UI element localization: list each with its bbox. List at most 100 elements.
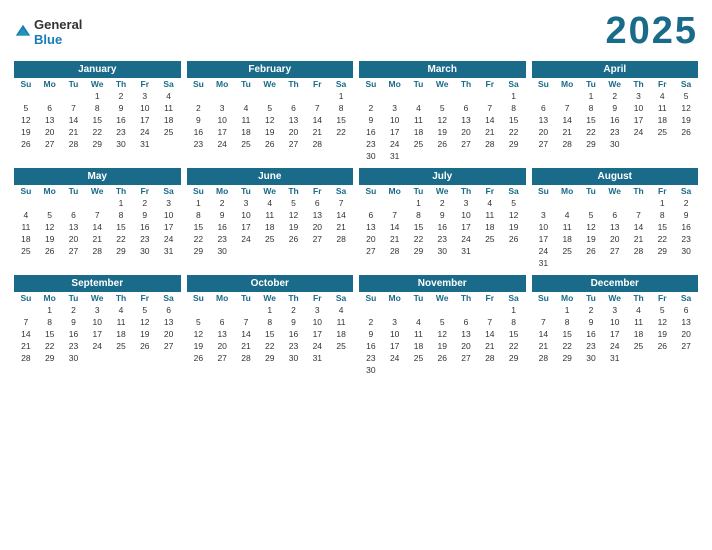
- cal-day: 1: [258, 304, 282, 316]
- cal-day: [430, 364, 454, 376]
- cal-day: 12: [579, 221, 603, 233]
- month-block-march: MarchSuMoTuWeThFrSa123456789101112131415…: [359, 61, 526, 162]
- table-row: 13141516171819: [532, 114, 699, 126]
- cal-day: 10: [133, 102, 157, 114]
- cal-day: 29: [555, 352, 579, 364]
- calendars-grid: JanuarySuMoTuWeThFrSa1234567891011121314…: [14, 61, 698, 376]
- cal-day: 18: [407, 340, 431, 352]
- cal-day: 5: [282, 197, 306, 209]
- cal-day: 20: [62, 233, 86, 245]
- cal-day: 12: [674, 102, 698, 114]
- cal-day: 4: [627, 304, 651, 316]
- cal-day: [532, 90, 556, 102]
- table-row: 20212223242526: [359, 233, 526, 245]
- cal-day: 14: [532, 328, 556, 340]
- cal-day: 10: [383, 328, 407, 340]
- day-header-th: Th: [627, 185, 651, 197]
- cal-day: [258, 245, 282, 257]
- cal-day: [430, 150, 454, 162]
- cal-day: 17: [133, 114, 157, 126]
- day-header-sa: Sa: [674, 185, 698, 197]
- cal-day: 9: [603, 102, 627, 114]
- cal-day: 29: [38, 352, 62, 364]
- day-header-sa: Sa: [329, 78, 353, 90]
- cal-day: [210, 304, 234, 316]
- cal-day: 7: [532, 316, 556, 328]
- cal-day: 10: [210, 114, 234, 126]
- day-header-tu: Tu: [407, 78, 431, 90]
- cal-day: 11: [478, 209, 502, 221]
- cal-day: 9: [282, 316, 306, 328]
- cal-day: 4: [555, 209, 579, 221]
- cal-day: 20: [305, 221, 329, 233]
- cal-day: 23: [359, 138, 383, 150]
- cal-day: 28: [62, 138, 86, 150]
- cal-day: 10: [85, 316, 109, 328]
- cal-table-october: SuMoTuWeThFrSa12345678910111213141516171…: [187, 292, 354, 364]
- cal-day: 18: [329, 328, 353, 340]
- day-header-tu: Tu: [407, 292, 431, 304]
- cal-day: 30: [62, 352, 86, 364]
- cal-day: 7: [383, 209, 407, 221]
- month-block-november: NovemberSuMoTuWeThFrSa123456789101112131…: [359, 275, 526, 376]
- cal-day: [555, 90, 579, 102]
- cal-day: 7: [555, 102, 579, 114]
- cal-day: 27: [532, 138, 556, 150]
- cal-day: 25: [478, 233, 502, 245]
- cal-day: 3: [305, 304, 329, 316]
- table-row: 12345: [359, 197, 526, 209]
- cal-day: 7: [62, 102, 86, 114]
- table-row: 14151617181920: [532, 328, 699, 340]
- table-row: 22232425262728: [187, 233, 354, 245]
- cal-day: 17: [383, 340, 407, 352]
- month-header-july: July: [359, 168, 526, 185]
- cal-day: 27: [674, 340, 698, 352]
- cal-day: 8: [555, 316, 579, 328]
- cal-day: 29: [85, 138, 109, 150]
- cal-table-june: SuMoTuWeThFrSa12345678910111213141516171…: [187, 185, 354, 257]
- cal-day: 30: [133, 245, 157, 257]
- cal-day: 3: [603, 304, 627, 316]
- cal-day: 14: [85, 221, 109, 233]
- cal-day: 4: [407, 102, 431, 114]
- month-header-february: February: [187, 61, 354, 78]
- cal-day: [329, 138, 353, 150]
- month-block-july: JulySuMoTuWeThFrSa1234567891011121314151…: [359, 168, 526, 269]
- cal-day: [627, 352, 651, 364]
- cal-day: 16: [359, 126, 383, 138]
- cal-day: 13: [454, 328, 478, 340]
- day-header-su: Su: [187, 78, 211, 90]
- cal-day: 23: [282, 340, 306, 352]
- day-header-fr: Fr: [133, 292, 157, 304]
- cal-day: [38, 90, 62, 102]
- cal-day: 25: [627, 340, 651, 352]
- cal-day: 7: [627, 209, 651, 221]
- cal-day: 2: [359, 102, 383, 114]
- cal-day: 19: [282, 221, 306, 233]
- cal-table-may: SuMoTuWeThFrSa12345678910111213141516171…: [14, 185, 181, 257]
- day-header-su: Su: [359, 185, 383, 197]
- cal-day: [627, 138, 651, 150]
- cal-day: 17: [454, 221, 478, 233]
- cal-day: [329, 245, 353, 257]
- cal-day: 23: [603, 126, 627, 138]
- cal-day: 1: [650, 197, 674, 209]
- cal-day: 17: [210, 126, 234, 138]
- cal-day: 10: [234, 209, 258, 221]
- cal-day: 20: [532, 126, 556, 138]
- cal-day: 25: [234, 138, 258, 150]
- day-header-we: We: [85, 292, 109, 304]
- day-header-tu: Tu: [579, 185, 603, 197]
- cal-day: 26: [674, 126, 698, 138]
- cal-day: 27: [210, 352, 234, 364]
- cal-day: 14: [478, 328, 502, 340]
- day-header-fr: Fr: [650, 292, 674, 304]
- cal-day: 11: [407, 328, 431, 340]
- cal-day: 13: [674, 316, 698, 328]
- year-title: 2025: [605, 10, 698, 53]
- table-row: 11121314151617: [14, 221, 181, 233]
- day-header-fr: Fr: [478, 78, 502, 90]
- cal-day: 2: [674, 197, 698, 209]
- cal-day: 7: [234, 316, 258, 328]
- cal-day: 30: [430, 245, 454, 257]
